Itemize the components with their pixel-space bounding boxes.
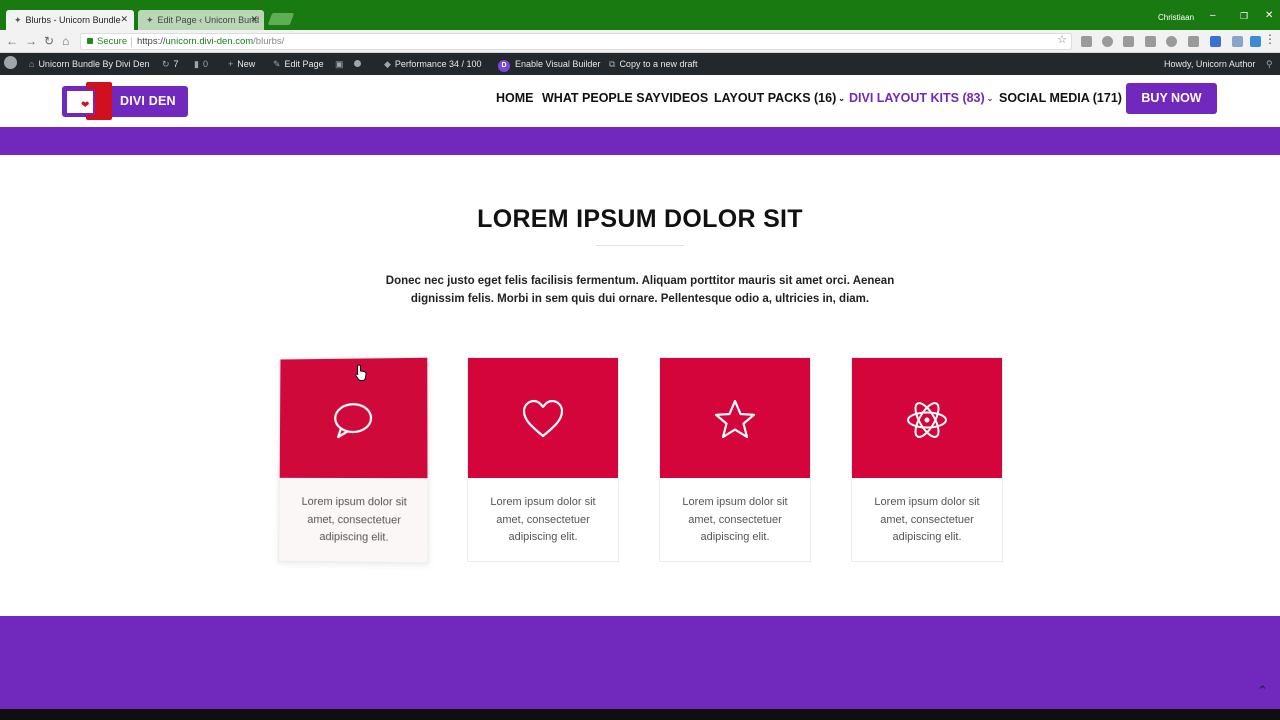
- secure-indicator[interactable]: Secure: [87, 34, 127, 49]
- pencil-icon: ✎: [273, 59, 281, 69]
- comments-icon: ▮: [194, 59, 199, 69]
- bottom-strip: [0, 709, 1280, 720]
- nav-home[interactable]: HOME: [496, 91, 534, 105]
- card-text: Lorem ipsum dolor sit amet, consectetuer…: [874, 496, 980, 543]
- atom-icon: [907, 402, 947, 438]
- minimize-icon[interactable]: –: [1210, 10, 1216, 21]
- address-bar-row: ← → ↻ ⌂ Secure https://unicorn.divi-den.…: [0, 30, 1280, 53]
- reload-icon[interactable]: ↻: [44, 34, 54, 48]
- lock-icon: [87, 38, 93, 44]
- home-icon[interactable]: ⌂: [62, 34, 69, 48]
- extension-icon[interactable]: [1250, 36, 1261, 47]
- extension-icon[interactable]: [1081, 36, 1092, 47]
- admin-performance[interactable]: ◆ Performance 34 / 100: [384, 53, 481, 75]
- browser-menu-icon[interactable]: ⋮: [1264, 32, 1276, 46]
- back-icon[interactable]: ←: [6, 34, 18, 48]
- card-header: [660, 358, 810, 478]
- url-text[interactable]: https://unicorn.divi-den.com/blurbs/: [137, 34, 284, 49]
- card-header: [852, 358, 1002, 478]
- home-icon: ⌂: [29, 59, 35, 69]
- admin-site-name[interactable]: ⌂ Unicorn Bundle By Divi Den: [29, 53, 150, 75]
- admin-search-icon[interactable]: ⚲: [1266, 53, 1277, 75]
- title-divider: [596, 245, 684, 246]
- hand-cursor-icon: [355, 364, 367, 381]
- shopping-bag-icon: ❤: [65, 89, 95, 115]
- wordpress-logo-icon[interactable]: [4, 53, 17, 75]
- extension-icon[interactable]: [1232, 36, 1243, 47]
- card-header: [279, 357, 428, 479]
- blurb-card-atom[interactable]: Lorem ipsum dolor sit amet, consectetuer…: [851, 357, 1003, 562]
- bookmark-star-icon[interactable]: ☆: [1057, 33, 1067, 48]
- browser-titlebar: ✦ Blurbs - Unicorn Bundle ✕ ✦ Edit Page …: [0, 0, 1280, 30]
- extension-icon[interactable]: [1210, 36, 1221, 47]
- card-text: Lorem ipsum dolor sit amet, consectetuer…: [490, 496, 596, 543]
- tab-edit-page[interactable]: ✦ Edit Page ‹ Unicorn Bund ✕: [138, 10, 264, 30]
- favicon-icon: ✦: [146, 14, 154, 25]
- wp-admin-bar: ⌂ Unicorn Bundle By Divi Den ↻ 7 ▮ 0 + New ✎…: [0, 53, 1280, 75]
- buy-now-button[interactable]: BUY NOW: [1126, 83, 1217, 114]
- admin-copy-draft[interactable]: ⧉ Copy to a new draft: [609, 53, 697, 75]
- performance-icon: ◆: [384, 59, 391, 69]
- back-to-top-icon[interactable]: ⌃: [1257, 683, 1268, 699]
- seo-status-icon[interactable]: [354, 53, 361, 75]
- new-tab-button[interactable]: [267, 13, 295, 25]
- nav-what-people-say[interactable]: WHAT PEOPLE SAY: [542, 91, 661, 105]
- chevron-down-icon: ⌄: [986, 94, 994, 103]
- browser-profile-name[interactable]: Christiaan: [1158, 13, 1194, 22]
- admin-edit-page[interactable]: ✎ Edit Page: [273, 53, 324, 75]
- updates-icon: ↻: [162, 59, 170, 69]
- section-title: LOREM IPSUM DOLOR SIT: [477, 205, 803, 233]
- star-icon: [714, 399, 756, 439]
- card-text: Lorem ipsum dolor sit amet, consectetuer…: [301, 495, 407, 544]
- tab-title: Edit Page ‹ Unicorn Bund: [157, 15, 260, 25]
- close-tab-icon[interactable]: ✕: [120, 14, 128, 25]
- tab-blurbs[interactable]: ✦ Blurbs - Unicorn Bundle ✕: [6, 10, 134, 30]
- close-tab-icon[interactable]: ✕: [250, 14, 258, 25]
- purple-band-bottom: [0, 616, 1280, 709]
- divider: [131, 37, 132, 47]
- info-icon[interactable]: [1102, 36, 1113, 47]
- blurb-card-chat[interactable]: Lorem ipsum dolor sit amet, consectetuer…: [278, 356, 429, 564]
- favicon-icon: ✦: [14, 14, 22, 25]
- site-logo[interactable]: ❤ DIVI DEN: [62, 82, 188, 120]
- extension-icon[interactable]: [1166, 36, 1177, 47]
- extension-icon[interactable]: [1188, 36, 1199, 47]
- heart-icon: [522, 399, 564, 438]
- heart-icon: ❤: [81, 100, 90, 111]
- admin-visual-builder[interactable]: D Enable Visual Builder: [498, 53, 600, 75]
- divi-icon: D: [498, 60, 510, 72]
- restore-icon[interactable]: ❐: [1240, 11, 1248, 22]
- omnibox[interactable]: Secure https://unicorn.divi-den.com/blur…: [80, 33, 1072, 50]
- copy-icon: ⧉: [609, 59, 616, 69]
- site-header: ❤ DIVI DEN HOME WHAT PEOPLE SAY VIDEOS L…: [0, 75, 1280, 127]
- admin-comments[interactable]: ▮ 0: [194, 53, 208, 75]
- chevron-down-icon: ⌄: [838, 94, 845, 103]
- card-text: Lorem ipsum dolor sit amet, consectetuer…: [682, 496, 788, 543]
- tab-title: Blurbs - Unicorn Bundle: [25, 15, 121, 25]
- card-header: [468, 358, 618, 478]
- nav-videos[interactable]: VIDEOS: [661, 91, 708, 105]
- nav-social-media[interactable]: SOCIAL MEDIA (171): [999, 91, 1122, 105]
- nav-layout-packs[interactable]: LAYOUT PACKS (16) ⌄: [714, 91, 845, 105]
- extension-icon[interactable]: [1123, 36, 1134, 47]
- admin-new[interactable]: + New: [228, 53, 255, 75]
- intro-text: Donec nec justo eget felis facilisis fer…: [385, 275, 895, 305]
- yoast-icon[interactable]: ▣: [335, 53, 348, 75]
- forward-icon[interactable]: →: [25, 34, 37, 48]
- purple-band-top: [0, 127, 1280, 155]
- close-window-icon[interactable]: ✕: [1265, 10, 1273, 21]
- camera-icon[interactable]: [1145, 36, 1156, 47]
- logo-text: DIVI DEN: [120, 94, 176, 108]
- admin-howdy[interactable]: Howdy, Unicorn Author: [1164, 53, 1255, 75]
- speech-bubble-icon: [331, 398, 375, 442]
- admin-updates[interactable]: ↻ 7: [162, 53, 179, 75]
- blurb-card-star[interactable]: Lorem ipsum dolor sit amet, consectetuer…: [659, 357, 811, 562]
- blurb-card-heart[interactable]: Lorem ipsum dolor sit amet, consectetuer…: [467, 357, 619, 562]
- nav-divi-layout-kits[interactable]: DIVI LAYOUT KITS (83) ⌄: [849, 91, 993, 105]
- plus-icon: +: [228, 59, 234, 69]
